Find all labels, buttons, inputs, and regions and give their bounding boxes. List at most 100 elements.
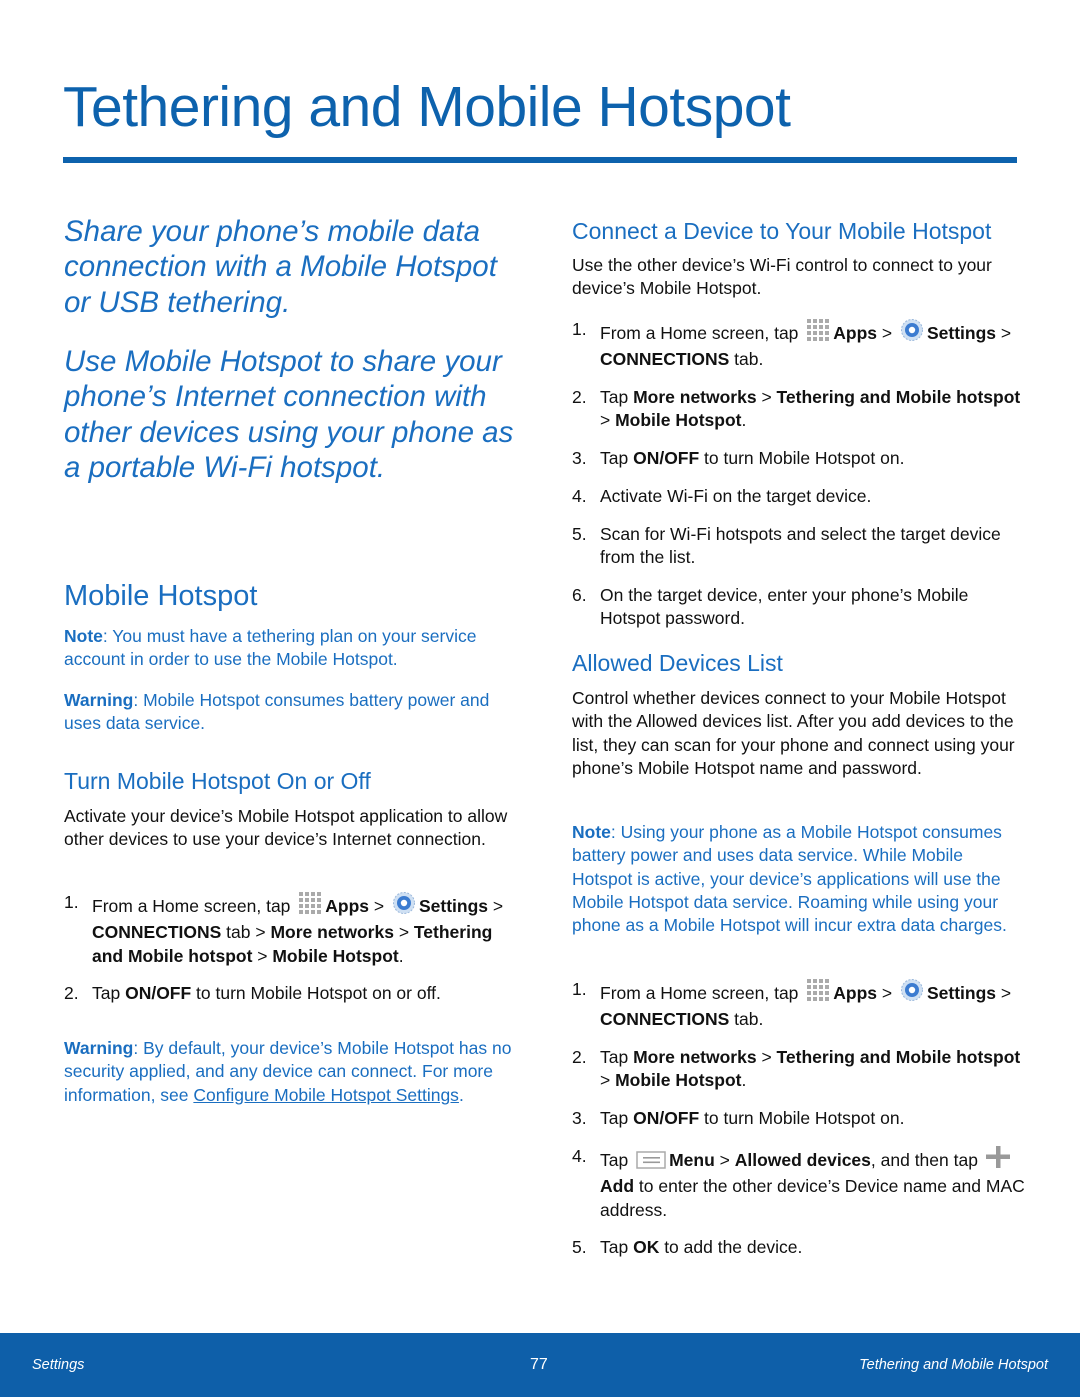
step-number: 1. — [572, 979, 587, 999]
bold-text: ON/OFF — [633, 1108, 700, 1129]
list-item: 6. On the target device, enter your phone… — [572, 584, 1022, 631]
list-item: 4. Tap Menu > Allowed devices, and then t… — [572, 1145, 1027, 1222]
text: : Using your phone as a Mobile Hotspot c… — [572, 822, 1007, 936]
bold-text: Menu — [669, 1149, 715, 1170]
bold-text: Add — [600, 1176, 635, 1197]
text: > — [714, 1149, 735, 1170]
text: Activate Wi-Fi on the target device. — [600, 485, 872, 506]
bold-text: Apps — [325, 896, 370, 916]
text: > — [756, 1047, 777, 1068]
bold-text: Settings — [926, 323, 997, 343]
text: Mobile Hotspot — [64, 580, 258, 612]
body-text: Use the other device’s Wi-Fi control to … — [572, 254, 1022, 301]
text: > — [488, 896, 504, 916]
body-text: Activate your device’s Mobile Hotspot ap… — [64, 805, 514, 852]
list-item: 2. Tap More networks > Tethering and Mobi… — [572, 386, 1022, 433]
list-item: 5. Scan for Wi-Fi hotspots and select the… — [572, 523, 1022, 570]
step-number: 3. — [572, 448, 587, 469]
intro-text: Share your phone’s mobile data connectio… — [64, 214, 514, 320]
menu-icon — [636, 1151, 666, 1175]
steps-list: 1. From a Home screen, tap Apps > Setting… — [572, 978, 1027, 1274]
intro-text: Use Mobile Hotspot to share your phone’s… — [64, 344, 524, 485]
text: , and then tap — [870, 1149, 983, 1170]
bold-text: ON/OFF — [633, 448, 700, 469]
bold-text: Mobile Hotspot — [272, 945, 399, 966]
bold-text: Settings — [926, 983, 997, 1003]
bold-text: More networks — [633, 387, 757, 408]
list-item: 3. Tap ON/OFF to turn Mobile Hotspot on. — [572, 447, 1022, 470]
steps-list: 1. From a Home screen, tap Apps > Setting… — [64, 891, 519, 1020]
bold-text: Warning — [64, 1038, 134, 1058]
text: > — [600, 410, 616, 431]
apps-grid-icon — [806, 318, 830, 348]
bold-text: More networks — [270, 922, 394, 943]
footer-section: Settings — [32, 1357, 85, 1373]
text: On the target device, enter your phone’s… — [600, 584, 969, 629]
footer: Settings 77 Tethering and Mobile Hotspot — [0, 1333, 1080, 1397]
list-item: 4. Activate Wi-Fi on the target device. — [572, 485, 1022, 508]
plus-icon — [985, 1145, 1010, 1175]
text: Control whether devices connect to your … — [572, 688, 1015, 778]
text: > — [996, 323, 1012, 343]
bold-text: CONNECTIONS — [92, 922, 222, 943]
text: > — [600, 1070, 616, 1091]
text: to turn Mobile Hotspot on or off. — [191, 983, 441, 1004]
step-number: 6. — [572, 584, 587, 605]
text: > — [877, 323, 897, 343]
text: Tap — [600, 448, 634, 469]
text: > — [877, 983, 897, 1003]
text: Connect a Device to Your Mobile Hotspot — [572, 218, 992, 244]
footer-chapter: Tethering and Mobile Hotspot — [859, 1357, 1048, 1373]
step-number: 3. — [572, 1108, 587, 1129]
bold-text: ON/OFF — [125, 983, 192, 1004]
settings-gear-icon — [900, 978, 924, 1008]
bold-text: Note — [64, 626, 103, 646]
body-text: Control whether devices connect to your … — [572, 687, 1027, 780]
text: > — [756, 387, 777, 408]
text: Tap — [600, 1108, 634, 1129]
step-number: 1. — [64, 892, 79, 912]
bold-text: Tethering and Mobile hotspot — [776, 1047, 1021, 1068]
text: to add the device. — [659, 1237, 803, 1258]
text: Tap — [600, 1149, 634, 1170]
bold-text: CONNECTIONS — [600, 1009, 730, 1030]
text: . — [398, 945, 404, 966]
settings-gear-icon — [900, 318, 924, 348]
text: Scan for Wi-Fi hotspots and select the t… — [600, 523, 1001, 568]
settings-gear-icon — [392, 891, 416, 921]
step-number: 2. — [64, 983, 79, 1004]
bold-text: OK — [633, 1237, 660, 1258]
step-number: 2. — [572, 1047, 587, 1068]
bold-text: Allowed devices — [734, 1149, 871, 1170]
text: to enter the other device’s Device name … — [600, 1176, 1025, 1220]
apps-grid-icon — [298, 891, 322, 921]
step-number: 4. — [572, 1145, 587, 1166]
list-item: 3. Tap ON/OFF to turn Mobile Hotspot on. — [572, 1107, 1027, 1130]
text: > — [252, 945, 273, 966]
note: Note: You must have a tethering plan on … — [64, 625, 514, 672]
text: to turn Mobile Hotspot on. — [699, 448, 905, 469]
page-title: Tethering and Mobile Hotspot — [63, 75, 791, 139]
step-number: 4. — [572, 485, 587, 506]
text: tab > — [221, 922, 271, 943]
warning: Warning: Mobile Hotspot consumes battery… — [64, 689, 514, 736]
list-item: 5. Tap OK to add the device. — [572, 1236, 1027, 1259]
step-number: 5. — [572, 523, 587, 544]
list-item: 1. From a Home screen, tap Apps > Setting… — [64, 891, 519, 968]
text: Tap — [92, 983, 126, 1004]
link[interactable]: Configure Mobile Hotspot Settings — [193, 1085, 459, 1105]
step-number: 1. — [572, 319, 587, 339]
text: . — [458, 1084, 464, 1105]
list-item: 2. Tap More networks > Tethering and Mobi… — [572, 1046, 1027, 1093]
step-number: 5. — [572, 1237, 587, 1258]
text: > — [996, 983, 1012, 1003]
bold-text: Mobile Hotspot — [615, 410, 742, 431]
subsection-heading: Turn Mobile Hotspot On or Off — [64, 767, 514, 795]
bold-text: More networks — [633, 1047, 757, 1068]
text: Tap — [600, 1047, 634, 1068]
bold-text: Apps — [833, 323, 878, 343]
text: Turn Mobile Hotspot On or Off — [64, 768, 371, 794]
text: Allowed Devices List — [572, 650, 783, 676]
text: > — [393, 922, 414, 943]
bold-text: Mobile Hotspot — [615, 1070, 742, 1091]
